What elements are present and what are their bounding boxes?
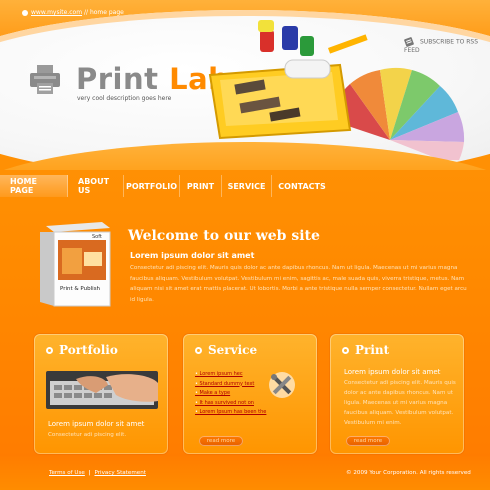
globe-icon (22, 9, 28, 16)
nav-home-page[interactable]: HOME PAGE (0, 175, 68, 197)
print-title: Print (342, 343, 389, 357)
footer-links: Terms of Use | Privacy Statement (49, 470, 146, 476)
service-title: Service (195, 343, 257, 357)
home-page-label[interactable]: home page (90, 9, 124, 16)
service-link-4[interactable]: It has survived not on (195, 399, 266, 409)
software-box-image: Soft Print & Publish (40, 222, 111, 307)
nav-contacts[interactable]: CONTACTS (272, 175, 332, 197)
print-panel: Print Lorem ipsum dolor sit amet Consect… (330, 334, 464, 454)
service-link-2[interactable]: Standard dummy text (195, 380, 266, 390)
service-link-5[interactable]: Lorem Ipsum has been the (195, 408, 267, 418)
nav-about-us[interactable]: ABOUT US (68, 175, 124, 197)
service-links: Lorem ipsum hec Standard dummy text Make… (195, 370, 267, 418)
box-label: Print & Publish (60, 286, 101, 292)
nav-service[interactable]: SERVICE (222, 175, 272, 197)
service-read-more-button[interactable]: read more (199, 436, 243, 446)
welcome-subtitle: Lorem ipsum dolor sit amet (130, 251, 255, 260)
tagline: very cool description goes here (77, 95, 172, 102)
circle-bullet-icon (46, 347, 53, 354)
circle-bullet-icon (195, 347, 202, 354)
link-separator: // (83, 9, 89, 16)
nav-print[interactable]: PRINT (180, 175, 222, 197)
terms-of-use-link[interactable]: Terms of Use (49, 470, 85, 476)
portfolio-heading: Lorem ipsum dolor sit amet (48, 420, 145, 428)
print-text: Consectetur adi piscing elit. Mauris qui… (344, 380, 456, 426)
logo-word-print: Print (76, 62, 159, 96)
portfolio-panel: Portfolio Lorem ipsum dolor sit amet Con… (34, 334, 168, 454)
copyright-text: © 2009 Your Corporation. All rights rese… (346, 470, 471, 476)
top-home-link[interactable]: www.mysite.com // home page (22, 9, 124, 16)
keyboard-typing-image[interactable] (46, 371, 158, 409)
print-title-text: Print (355, 343, 390, 357)
header: www.mysite.com // home page SUBSCRIBE TO… (0, 0, 490, 170)
privacy-statement-link[interactable]: Privacy Statement (94, 470, 145, 476)
service-link-3[interactable]: Make a type (195, 389, 266, 399)
footer: Terms of Use | Privacy Statement © 2009 … (0, 456, 490, 490)
portfolio-text: Consectetur adi piscing elit. (48, 432, 127, 438)
main-nav: HOME PAGE ABOUT US PORTFOLIO PRINT SERVI… (0, 175, 490, 197)
nav-portfolio[interactable]: PORTFOLIO (124, 175, 180, 197)
portfolio-title-text: Portfolio (59, 343, 118, 357)
page: www.mysite.com // home page SUBSCRIBE TO… (0, 0, 490, 490)
service-panel: Service Lorem ipsum hec Standard dummy t… (183, 334, 317, 454)
paint-tray-illustration (208, 20, 465, 160)
tools-icon (269, 372, 295, 398)
welcome-text: Consectetur adi piscing elit. Mauris qui… (130, 265, 467, 303)
printer-icon (30, 65, 60, 94)
print-heading: Lorem ipsum dolor sit amet (344, 368, 441, 376)
service-link-1[interactable]: Lorem ipsum hec (195, 370, 266, 380)
circle-bullet-icon (342, 347, 349, 354)
service-title-text: Service (208, 343, 258, 357)
site-url[interactable]: www.mysite.com (31, 9, 82, 16)
print-read-more-button[interactable]: read more (346, 436, 390, 446)
footer-separator: | (88, 470, 91, 476)
portfolio-title: Portfolio (46, 343, 118, 357)
welcome-title: Welcome to our web site (128, 228, 320, 244)
box-brand: Soft (92, 234, 102, 240)
